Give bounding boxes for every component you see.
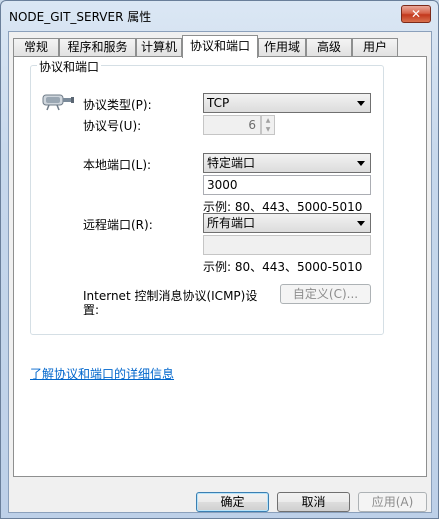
learn-more-link[interactable]: 了解协议和端口的详细信息 (30, 365, 174, 382)
remote-port-example: 示例: 80、443、5000-5010 (203, 260, 363, 274)
remote-port-input[interactable] (203, 235, 371, 255)
protocols-ports-group: 协议和端口 协议类型(P): TCP 协议号(U): 6 ▲ ▼ 本地端口(L)… (30, 58, 384, 335)
network-plug-icon (42, 94, 74, 111)
local-port-selected: 特定端口 (207, 156, 256, 170)
local-port-select[interactable]: 特定端口 (203, 153, 371, 173)
tab-users[interactable]: 用户 (352, 38, 398, 57)
remote-port-select[interactable]: 所有端口 (203, 213, 371, 233)
group-title: 协议和端口 (37, 58, 102, 75)
protocol-number-label: 协议号(U): (83, 119, 142, 133)
window-title: NODE_GIT_SERVER 属性 (9, 10, 152, 24)
remote-port-selected: 所有端口 (207, 216, 256, 230)
protocol-number-value: 6 (248, 118, 256, 132)
spin-up-icon: ▲ (265, 117, 271, 124)
protocol-type-select[interactable]: TCP (203, 93, 371, 113)
close-button[interactable]: ✕ (401, 5, 431, 23)
local-port-input[interactable]: 3000 (203, 175, 371, 195)
local-port-label: 本地端口(L): (83, 158, 152, 172)
chevron-down-icon (357, 161, 365, 166)
cancel-button[interactable]: 取消 (277, 492, 350, 512)
apply-button[interactable]: 应用(A) (358, 492, 427, 512)
icmp-label-line1: Internet 控制消息协议(ICMP)设 (83, 289, 258, 303)
icmp-customize-button[interactable]: 自定义(C)... (280, 284, 371, 304)
tab-advanced[interactable]: 高级 (306, 38, 352, 57)
remote-port-label: 远程端口(R): (83, 218, 153, 232)
properties-window: NODE_GIT_SERVER 属性 ✕ 常规 程序和服务 计算机 协议和端口 … (0, 0, 439, 519)
protocol-type-label: 协议类型(P): (83, 98, 152, 112)
spin-down-icon: ▼ (265, 126, 271, 133)
ok-button[interactable]: 确定 (196, 492, 269, 512)
icmp-label-line2: 置: (83, 303, 100, 317)
close-icon: ✕ (410, 7, 422, 21)
tab-programs-services[interactable]: 程序和服务 (59, 38, 136, 57)
tab-general[interactable]: 常规 (13, 38, 59, 57)
chevron-down-icon (357, 101, 365, 106)
local-port-value: 3000 (207, 178, 238, 192)
tab-computers[interactable]: 计算机 (136, 38, 182, 57)
chevron-down-icon (357, 221, 365, 226)
protocol-type-value: TCP (207, 96, 230, 110)
dialog-client: 常规 程序和服务 计算机 协议和端口 作用域 高级 用户 协议和端口 协议类型(… (8, 31, 432, 513)
tab-panel-protocols-ports: 协议和端口 协议类型(P): TCP 协议号(U): 6 ▲ ▼ 本地端口(L)… (13, 56, 427, 477)
protocol-number-spinner[interactable]: ▲ ▼ (261, 115, 275, 135)
protocol-number-input[interactable]: 6 (203, 115, 261, 135)
tab-scope[interactable]: 作用域 (258, 38, 306, 57)
tab-protocols-ports[interactable]: 协议和端口 (182, 35, 258, 58)
title-bar[interactable]: NODE_GIT_SERVER 属性 ✕ (1, 1, 438, 29)
